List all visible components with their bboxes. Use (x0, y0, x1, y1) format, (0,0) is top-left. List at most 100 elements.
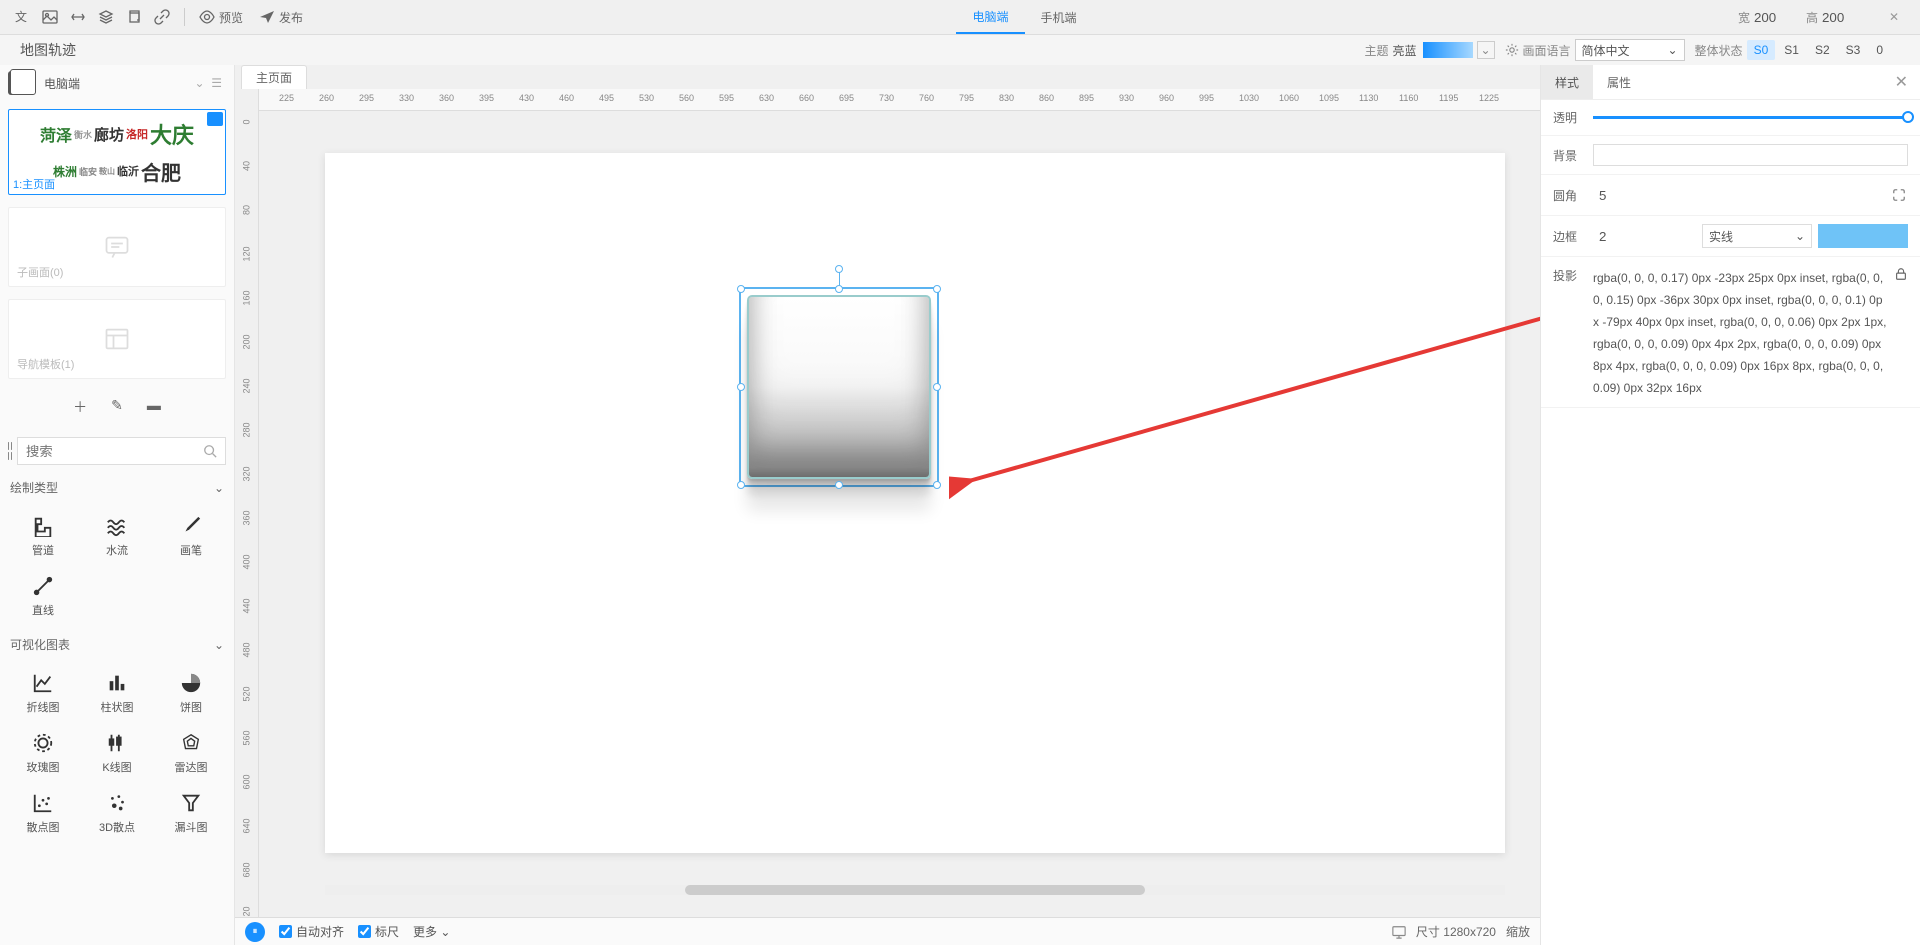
copy-icon[interactable] (122, 5, 146, 29)
border-width-input[interactable] (1593, 224, 1696, 248)
tool-scatter[interactable]: 散点图 (8, 785, 78, 841)
resize-handle-e[interactable] (933, 383, 941, 391)
preview-button[interactable]: 预览 (191, 9, 251, 26)
close-panel-icon[interactable]: ✕ (1883, 72, 1920, 92)
tab-mobile[interactable]: 手机端 (1025, 0, 1093, 34)
resize-handle-w[interactable] (737, 383, 745, 391)
layers-icon[interactable] (94, 5, 118, 29)
state-s3[interactable]: S3 (1839, 40, 1868, 60)
resize-handle-n[interactable] (835, 285, 843, 293)
monitor-icon (1392, 925, 1406, 939)
background-swatch[interactable] (1593, 144, 1908, 166)
link-icon[interactable] (150, 5, 174, 29)
translate-icon[interactable]: 文 (10, 5, 34, 29)
width-icon[interactable] (66, 5, 90, 29)
tool-brush[interactable]: 画笔 (156, 508, 226, 564)
h-scrollbar[interactable] (325, 885, 1505, 895)
radius-row: 圆角 (1541, 175, 1920, 216)
section-charts-header[interactable]: 可视化图表⌄ (0, 628, 234, 661)
page-canvas[interactable] (325, 153, 1505, 853)
tab-desktop[interactable]: 电脑端 (956, 0, 1024, 34)
page-thumbnail[interactable]: 菏泽衡水廊坊洛阳大庆株洲临安鞍山临沂合肥 1:主页面 (8, 109, 226, 195)
edit-button[interactable]: ✎ (111, 397, 123, 417)
grid-icon[interactable] (8, 442, 11, 460)
barchart-icon (105, 671, 129, 695)
ruler-checkbox[interactable]: 标尺 (358, 923, 399, 940)
folder-button[interactable]: ▬ (147, 397, 161, 417)
more-button[interactable]: 更多 ⌄ (413, 923, 450, 940)
height-label: 高 (1806, 9, 1818, 26)
resize-handle-se[interactable] (933, 481, 941, 489)
publish-label: 发布 (279, 9, 303, 26)
lang-value: 简体中文 (1582, 42, 1630, 59)
chevron-down-icon: ⌄ (1667, 43, 1677, 57)
page-tab[interactable]: 主页面 (241, 65, 307, 89)
width-input[interactable] (1754, 10, 1796, 25)
tool-pipe[interactable]: 管道 (8, 508, 78, 564)
tool-candle[interactable]: K线图 (82, 725, 152, 781)
radius-input[interactable] (1593, 183, 1890, 207)
tool-rose[interactable]: 玫瑰图 (8, 725, 78, 781)
corner-icon[interactable] (1890, 186, 1908, 204)
status-badge[interactable]: ⏸ (245, 922, 265, 942)
border-style-select[interactable]: 实线⌄ (1702, 224, 1812, 248)
lock-icon[interactable] (1894, 267, 1908, 281)
opacity-slider[interactable] (1593, 116, 1908, 119)
candle-icon (105, 731, 129, 755)
canvas-scroll[interactable] (259, 111, 1540, 917)
border-color-swatch[interactable] (1818, 224, 1908, 248)
opacity-label: 透明 (1553, 109, 1593, 126)
section-draw-header[interactable]: 绘制类型⌄ (0, 471, 234, 504)
resize-handle-ne[interactable] (933, 285, 941, 293)
home-badge-icon (207, 112, 223, 126)
file-icon (8, 71, 32, 95)
state-s0[interactable]: S0 (1747, 40, 1776, 60)
funnel-icon (179, 791, 203, 815)
resize-handle-sw[interactable] (737, 481, 745, 489)
theme-dropdown[interactable]: ⌄ (1477, 41, 1495, 59)
resize-handle-nw[interactable] (737, 285, 745, 293)
search-input[interactable] (26, 444, 203, 459)
device-select-label: 电脑端 (44, 75, 80, 92)
tab-attributes[interactable]: 属性 (1593, 65, 1645, 99)
sub-canvas-card[interactable]: 子画面(0) (8, 207, 226, 287)
send-icon (259, 9, 275, 25)
nav-template-card[interactable]: 导航模板(1) (8, 299, 226, 379)
theme-label: 主题 (1365, 42, 1389, 59)
tool-line[interactable]: 直线 (8, 568, 78, 624)
title-row: 地图轨迹 主题 亮蓝 ⌄ 画面语言 简体中文 ⌄ 整体状态 S0 S1 S2 S… (0, 35, 1920, 65)
shadow-value[interactable]: rgba(0, 0, 0, 0.17) 0px -23px 25px 0px i… (1593, 267, 1888, 399)
lang-select[interactable]: 简体中文 ⌄ (1575, 39, 1685, 61)
tool-scatter3d[interactable]: 3D散点 (82, 785, 152, 841)
state-0[interactable]: 0 (1869, 40, 1890, 60)
close-icon[interactable]: ✕ (1882, 5, 1906, 29)
state-s2[interactable]: S2 (1808, 40, 1837, 60)
tool-linechart[interactable]: 折线图 (8, 665, 78, 721)
scatter3d-icon (105, 791, 129, 815)
radar-icon (179, 731, 203, 755)
publish-button[interactable]: 发布 (251, 9, 311, 26)
state-label: 整体状态 (1695, 42, 1743, 59)
rotate-handle[interactable] (835, 265, 843, 273)
tool-wave[interactable]: 水流 (82, 508, 152, 564)
add-button[interactable]: ＋ (73, 397, 87, 417)
brush-icon (179, 514, 203, 538)
tool-piechart[interactable]: 饼图 (156, 665, 226, 721)
device-select[interactable]: 电脑端 ⌄ ☰ (40, 75, 226, 92)
height-input[interactable] (1822, 10, 1864, 25)
shadow-row: 投影 rgba(0, 0, 0, 0.17) 0px -23px 25px 0p… (1541, 257, 1920, 408)
canvas-area: 主页面 040801201602002402803203604004404805… (235, 65, 1540, 945)
state-s1[interactable]: S1 (1777, 40, 1806, 60)
preview-label: 预览 (219, 9, 243, 26)
tab-style[interactable]: 样式 (1541, 65, 1593, 99)
resize-handle-s[interactable] (835, 481, 843, 489)
piechart-icon (179, 671, 203, 695)
selected-element[interactable] (739, 287, 939, 487)
theme-swatch[interactable] (1423, 42, 1473, 58)
tool-barchart[interactable]: 柱状图 (82, 665, 152, 721)
tool-funnel[interactable]: 漏斗图 (156, 785, 226, 841)
image-icon[interactable] (38, 5, 62, 29)
auto-align-checkbox[interactable]: 自动对齐 (279, 923, 344, 940)
tool-radar[interactable]: 雷达图 (156, 725, 226, 781)
width-label: 宽 (1738, 9, 1750, 26)
